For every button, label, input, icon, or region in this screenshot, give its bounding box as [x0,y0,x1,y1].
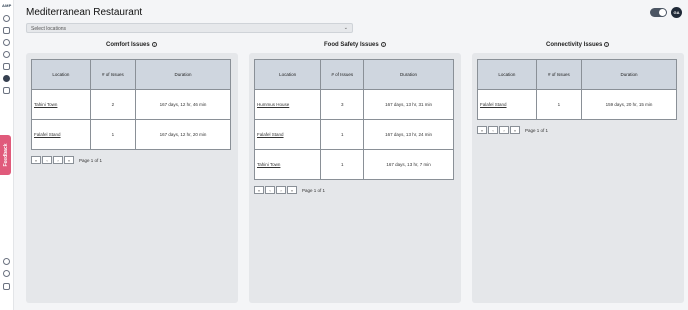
column-header-issues[interactable]: # of Issues [89,59,136,90]
first-page-button[interactable]: « [31,156,41,164]
toggle-knob [659,9,666,16]
next-page-button[interactable]: › [53,156,63,164]
connectivity-issues-table: Location # of Issues Duration Falafel St… [477,59,678,120]
location-link[interactable]: Hummus House [253,89,322,120]
first-page-button[interactable]: « [477,126,487,134]
table-row: Tahini Town 1 167 days, 13 hr, 7 min [253,149,454,180]
page-indicator: Page 1 of 1 [525,127,549,133]
logout-icon[interactable] [3,283,10,290]
comfort-issues-card: Location # of Issues Duration Tahini Tow… [26,53,238,303]
column-header-duration[interactable]: Duration [580,59,678,90]
info-icon[interactable]: i [151,42,157,47]
avatar[interactable]: GA [671,7,682,18]
feedback-tab[interactable]: Feedback [0,135,11,175]
food-safety-title-text: Food Safety Issues [324,42,379,49]
food-safety-issues-title: Food Safety Issues i [324,42,386,48]
column-header-location[interactable]: Location [31,59,91,90]
next-page-button[interactable]: › [276,186,286,194]
tag-icon[interactable] [3,87,10,94]
location-link[interactable]: Falafel Stand [31,119,91,150]
prev-page-button[interactable]: ‹ [42,156,52,164]
table-header-row: Location # of Issues Duration [253,59,454,90]
comfort-issues-table: Location # of Issues Duration Tahini Tow… [31,59,232,150]
table-row: Falafel Stand 1 167 days, 12 hr, 20 min [31,119,232,150]
pagination: « ‹ › » Page 1 of 1 [477,126,548,134]
table-header-row: Location # of Issues Duration [31,59,232,90]
column-header-location[interactable]: Location [477,59,537,90]
info-icon[interactable]: i [604,42,610,47]
comfort-issues-title: Comfort Issues i [106,42,157,48]
home-icon[interactable] [3,15,10,22]
issue-count: 3 [320,89,365,120]
connectivity-issues-title: Connectivity Issues i [546,42,610,49]
location-select-placeholder: Select locations [31,26,67,32]
table-row: Hummus House 3 167 days, 13 hr, 31 min [253,89,454,120]
column-header-issues[interactable]: # of Issues [535,59,582,90]
building-icon[interactable] [3,27,10,34]
issue-count: 1 [89,119,136,150]
duration: 167 days, 12 hr, 46 min [134,89,232,120]
settings-icon[interactable] [3,270,10,277]
duration: 167 days, 12 hr, 20 min [134,119,232,150]
table-row: Falafel Stand 1 159 days, 20 hr, 15 min [477,89,678,120]
sensor-icon[interactable] [3,39,10,46]
table-row: Falafel Stand 1 167 days, 13 hr, 24 min [253,119,454,150]
page-indicator: Page 1 of 1 [302,187,326,193]
location-link[interactable]: Tahini Town [31,89,91,120]
first-page-button[interactable]: « [254,186,264,194]
column-header-duration[interactable]: Duration [134,59,232,90]
last-page-button[interactable]: » [64,156,74,164]
info-icon[interactable]: i [380,42,386,47]
last-page-button[interactable]: » [510,126,520,134]
issue-count: 1 [535,89,582,120]
page-indicator: Page 1 of 1 [79,157,103,163]
column-header-location[interactable]: Location [253,59,322,90]
palette-icon[interactable] [3,75,10,82]
food-safety-issues-card: Location # of Issues Duration Hummus Hou… [249,53,461,303]
duration: 167 days, 13 hr, 24 min [363,119,454,150]
location-select[interactable]: Select locations ⌄ [26,23,353,33]
user-icon[interactable] [3,51,10,58]
duration: 159 days, 20 hr, 15 min [580,89,678,120]
prev-page-button[interactable]: ‹ [488,126,498,134]
location-link[interactable]: Falafel Stand [253,119,322,150]
location-link[interactable]: Falafel Stand [477,89,537,120]
pagination: « ‹ › » Page 1 of 1 [254,186,325,194]
prev-page-button[interactable]: ‹ [265,186,275,194]
pagination: « ‹ › » Page 1 of 1 [31,156,102,164]
table-header-row: Location # of Issues Duration [477,59,678,90]
connectivity-issues-card: Location # of Issues Duration Falafel St… [472,53,684,303]
document-icon[interactable] [3,63,10,70]
feedback-label: Feedback [2,143,9,167]
last-page-button[interactable]: » [287,186,297,194]
next-page-button[interactable]: › [499,126,509,134]
chevron-down-icon: ⌄ [343,25,348,31]
issue-count: 1 [320,149,365,180]
table-row: Tahini Town 2 167 days, 12 hr, 46 min [31,89,232,120]
duration: 167 days, 13 hr, 31 min [363,89,454,120]
column-header-duration[interactable]: Duration [363,59,454,90]
help-icon[interactable] [3,258,10,265]
location-link[interactable]: Tahini Town [253,149,322,180]
comfort-title-text: Comfort Issues [106,42,150,49]
app-logo: AMP [2,3,12,8]
theme-toggle[interactable] [650,8,667,17]
food-safety-issues-table: Location # of Issues Duration Hummus Hou… [253,59,454,180]
issue-count: 1 [320,119,365,150]
page-title: Mediterranean Restaurant [26,7,143,18]
connectivity-title-text: Connectivity Issues [546,42,603,49]
column-header-issues[interactable]: # of Issues [320,59,365,90]
issue-count: 2 [89,89,136,120]
duration: 167 days, 13 hr, 7 min [363,149,454,180]
